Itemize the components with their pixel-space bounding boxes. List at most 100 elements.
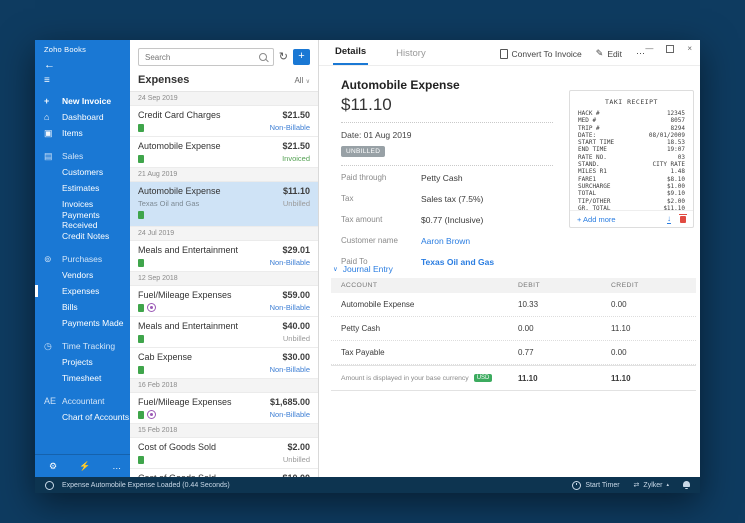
org-switcher[interactable]: ⇄ Zylker ▴ [634, 481, 669, 489]
sidebar-item-chart-of-accounts[interactable]: Chart of Accounts [35, 409, 130, 425]
sidebar-item-credit-notes[interactable]: Credit Notes [35, 228, 130, 244]
sidebar-item-dashboard[interactable]: ⌂ Dashboard [35, 109, 130, 125]
field-label: Paid through [341, 173, 421, 183]
list-item[interactable]: Credit Card Charges$21.50 Non-Billable [130, 106, 318, 137]
sidebar-item-new-invoice[interactable]: + New Invoice [35, 93, 130, 109]
journal-row: Tax Payable 0.77 0.00 [331, 341, 696, 365]
sidebar-item-projects[interactable]: Projects [35, 354, 130, 370]
sidebar-section-purchases[interactable]: ⊚ Purchases [35, 251, 130, 267]
list-item[interactable]: Fuel/Mileage Expenses$1,685.00 Non-Billa… [130, 393, 318, 424]
journal-credit: 0.00 [611, 300, 696, 309]
list-item[interactable]: Meals and Entertainment$40.00 Unbilled [130, 317, 318, 348]
expense-title: Cab Expense [138, 352, 192, 362]
receipt-icon [138, 366, 144, 374]
list-toolbar: ↻ + [130, 40, 318, 70]
search-icon [259, 53, 267, 61]
ellipsis-icon[interactable]: … [112, 461, 121, 471]
timer-clock-icon [572, 481, 581, 490]
receipt-icon [138, 335, 144, 343]
sidebar-item-label: Timesheet [62, 373, 101, 383]
vendor-link[interactable]: Texas Oil and Gas [421, 257, 494, 267]
download-icon[interactable]: ↓ [667, 215, 671, 224]
list-item[interactable]: Fuel/Mileage Expenses$59.00 Non-Billable [130, 286, 318, 317]
field-value: $0.77 (Inclusive) [421, 215, 483, 225]
sidebar-item-items[interactable]: ▣ Items [35, 125, 130, 141]
journal-debit: 0.00 [518, 324, 611, 333]
sidebar-item-label: Credit Notes [62, 231, 109, 241]
gear-icon[interactable]: ⚙ [49, 461, 57, 472]
back-icon[interactable]: ← [35, 54, 130, 70]
filter-dropdown[interactable]: All ∨ [294, 76, 310, 85]
sidebar-footer: ⚙ ⚡ … [35, 454, 130, 477]
journal-account: Automobile Expense [331, 300, 518, 309]
sidebar-item-vendors[interactable]: Vendors [35, 267, 130, 283]
journal-debit: 0.77 [518, 348, 611, 357]
receipt-icon [138, 259, 144, 267]
field-value: Petty Cash [421, 173, 463, 183]
sidebar-item-timesheet[interactable]: Timesheet [35, 370, 130, 386]
mileage-icon [147, 410, 156, 419]
expense-amount: $21.50 [282, 141, 310, 151]
journal-total-credit: 11.10 [611, 374, 696, 383]
window-controls: — × [645, 44, 692, 53]
list-item[interactable]: Cost of Goods Sold$2.00 Unbilled [130, 438, 318, 469]
detail-tabbar: Details History Convert To Invoice ✎ Edi… [319, 40, 700, 66]
search-input[interactable] [139, 53, 259, 62]
journal-entry-toggle[interactable]: ∨ Journal Entry [333, 264, 393, 274]
sidebar-item-label: Payments Received [62, 210, 130, 230]
receipt-image[interactable]: TAKI RECEIPT HACK #12345 MED #8057 TRIP … [570, 91, 693, 210]
document-icon [500, 49, 508, 59]
sidebar-item-estimates[interactable]: Estimates [35, 180, 130, 196]
start-timer-button[interactable]: Start Timer [572, 481, 619, 490]
list-item[interactable]: Meals and Entertainment$29.01 Non-Billab… [130, 241, 318, 272]
status-message: Expense Automobile Expense Loaded (0.44 … [62, 482, 230, 489]
sidebar-section-label: Purchases [62, 254, 102, 264]
sales-icon: ▤ [44, 151, 62, 162]
list-item[interactable]: Cost of Goods Sold$10.00 Non-Billable [130, 469, 318, 477]
hamburger-menu-icon[interactable]: ≡ [35, 70, 130, 85]
mileage-icon [147, 303, 156, 312]
sidebar-item-label: Invoices [62, 199, 93, 209]
sidebar-section-accountant[interactable]: AE Accountant [35, 393, 130, 409]
tab-details[interactable]: Details [333, 46, 368, 65]
expense-status: Non-Billable [270, 123, 310, 132]
sidebar-section-sales[interactable]: ▤ Sales [35, 148, 130, 164]
refresh-icon[interactable]: ↻ [279, 51, 288, 63]
expense-title: Fuel/Mileage Expenses [138, 290, 232, 300]
sidebar-section-time-tracking[interactable]: ◷ Time Tracking [35, 338, 130, 354]
quick-create-icon[interactable]: ⚡ [79, 461, 90, 472]
notifications-bell-icon[interactable] [683, 481, 690, 487]
status-icon [45, 481, 54, 490]
add-expense-button[interactable]: + [293, 49, 310, 65]
edit-label: Edit [607, 49, 622, 59]
edit-button[interactable]: ✎ Edit [596, 48, 622, 59]
main-content-row: Zoho Books ← ≡ + New Invoice ⌂ Dashboard… [35, 40, 700, 477]
restore-button[interactable] [666, 45, 674, 53]
expense-title: Automobile Expense [138, 186, 221, 196]
list-item[interactable]: Automobile Expense$21.50 Invoiced [130, 137, 318, 168]
search-box[interactable] [138, 48, 274, 66]
convert-to-invoice-button[interactable]: Convert To Invoice [500, 49, 582, 59]
sidebar-item-bills[interactable]: Bills [35, 299, 130, 315]
journal-debit: 10.33 [518, 300, 611, 309]
sidebar-item-payments-made[interactable]: Payments Made [35, 315, 130, 331]
sidebar-item-expenses[interactable]: Expenses [35, 283, 130, 299]
expenses-list-panel: ↻ + Expenses All ∨ 24 Sep 2019 Credit Ca… [130, 40, 319, 477]
expense-status: Unbilled [283, 334, 310, 343]
sidebar-item-payments-received[interactable]: Payments Received [35, 212, 130, 228]
customer-link[interactable]: Aaron Brown [421, 236, 470, 246]
minimize-button[interactable]: — [645, 44, 653, 53]
add-more-link[interactable]: + Add more [577, 215, 616, 224]
receipt-icon [138, 304, 144, 312]
items-icon: ▣ [44, 128, 62, 139]
expense-title: Automobile Expense [138, 141, 221, 151]
delete-icon[interactable] [680, 216, 686, 223]
tab-history[interactable]: History [394, 48, 428, 65]
close-button[interactable]: × [687, 44, 692, 53]
list-item-selected[interactable]: Automobile Expense$11.10 Texas Oil and G… [130, 182, 318, 227]
sidebar-item-customers[interactable]: Customers [35, 164, 130, 180]
field-paid-to: Paid To Texas Oil and Gas [341, 257, 700, 267]
sidebar-item-label: New Invoice [62, 96, 111, 106]
list-item[interactable]: Cab Expense$30.00 Non-Billable [130, 348, 318, 379]
expense-amount: $59.00 [282, 290, 310, 300]
